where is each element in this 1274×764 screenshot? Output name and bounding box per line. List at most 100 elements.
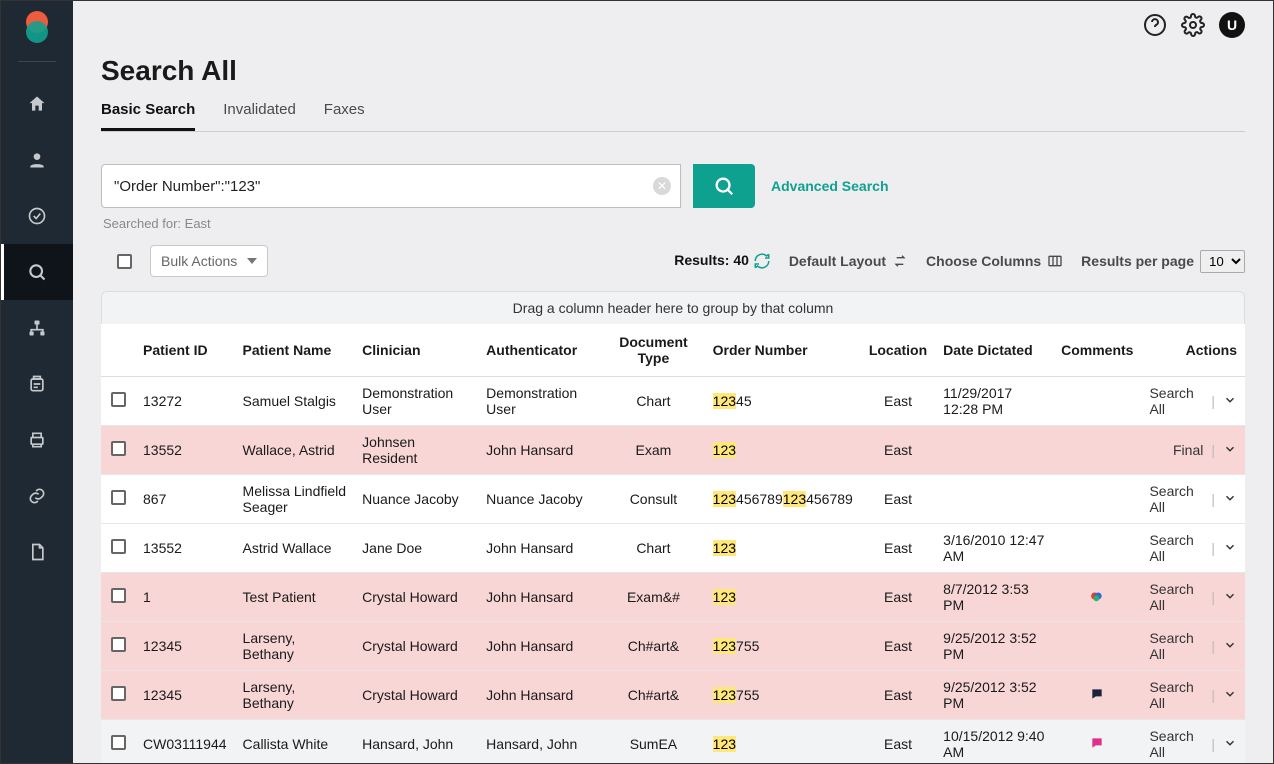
chevron-down-icon[interactable] — [1223, 589, 1237, 606]
col-actions[interactable]: Actions — [1141, 324, 1245, 377]
cell-order-number: 123 — [705, 720, 861, 764]
action-link[interactable]: Search All — [1149, 483, 1203, 515]
action-link[interactable]: Search All — [1149, 679, 1203, 711]
choose-columns[interactable]: Choose Columns — [926, 253, 1063, 269]
col-clinician[interactable]: Clinician — [354, 324, 478, 377]
cell-location: East — [861, 426, 935, 475]
nav-doc[interactable] — [1, 524, 73, 580]
chevron-down-icon[interactable] — [1223, 736, 1237, 753]
nav-search[interactable] — [1, 244, 73, 300]
cell-clinician: Nuance Jacoby — [354, 475, 478, 524]
row-checkbox[interactable] — [111, 588, 126, 603]
cell-location: East — [861, 720, 935, 764]
group-hint[interactable]: Drag a column header here to group by th… — [101, 291, 1245, 324]
tab-invalidated[interactable]: Invalidated — [223, 93, 296, 131]
table-row[interactable]: 13552Astrid WallaceJane DoeJohn HansardC… — [101, 524, 1245, 573]
nav-target[interactable] — [1, 188, 73, 244]
cell-comments[interactable] — [1053, 573, 1141, 622]
cell-clinician: Crystal Howard — [354, 573, 478, 622]
action-link[interactable]: Final — [1173, 442, 1203, 458]
cell-location: East — [861, 573, 935, 622]
row-checkbox[interactable] — [111, 392, 126, 407]
select-all-checkbox[interactable] — [117, 254, 132, 269]
tabs: Basic Search Invalidated Faxes — [101, 93, 1245, 132]
col-authenticator[interactable]: Authenticator — [478, 324, 602, 377]
chevron-down-icon[interactable] — [1223, 638, 1237, 655]
table-row[interactable]: CW03111944Callista WhiteHansard, JohnHan… — [101, 720, 1245, 764]
cell-order-number: 123755 — [705, 671, 861, 720]
settings-icon[interactable] — [1181, 13, 1205, 37]
col-patient-id[interactable]: Patient ID — [135, 324, 235, 377]
avatar[interactable]: U — [1219, 12, 1245, 38]
cell-comments[interactable] — [1053, 671, 1141, 720]
action-link[interactable]: Search All — [1149, 385, 1203, 417]
nav-org[interactable] — [1, 300, 73, 356]
cell-doc-type: Ch#art& — [602, 622, 704, 671]
cell-comments[interactable] — [1053, 426, 1141, 475]
cell-doc-type: Consult — [602, 475, 704, 524]
row-checkbox[interactable] — [111, 686, 126, 701]
nav-print[interactable] — [1, 412, 73, 468]
table-row[interactable]: 12345Larseny, BethanyCrystal HowardJohn … — [101, 671, 1245, 720]
nav-link[interactable] — [1, 468, 73, 524]
cell-authenticator: Hansard, John — [478, 720, 602, 764]
cell-doc-type: Exam&# — [602, 573, 704, 622]
tab-basic-search[interactable]: Basic Search — [101, 93, 195, 131]
row-checkbox[interactable] — [111, 735, 126, 750]
search-button[interactable] — [693, 164, 755, 208]
cell-comments[interactable] — [1053, 475, 1141, 524]
table-row[interactable]: 13552Wallace, AstridJohnsen ResidentJohn… — [101, 426, 1245, 475]
col-patient-name[interactable]: Patient Name — [235, 324, 355, 377]
cell-patient-id: 867 — [135, 475, 235, 524]
advanced-search-link[interactable]: Advanced Search — [771, 178, 889, 194]
cell-date: 11/29/2017 12:28 PM — [935, 377, 1053, 426]
clear-icon[interactable]: ✕ — [653, 177, 671, 195]
cell-patient-name: Callista White — [235, 720, 355, 764]
chevron-down-icon[interactable] — [1223, 687, 1237, 704]
cell-actions: Search All| — [1141, 573, 1245, 622]
refresh-icon[interactable] — [753, 252, 771, 270]
tab-faxes[interactable]: Faxes — [324, 93, 365, 131]
chevron-down-icon[interactable] — [1223, 540, 1237, 557]
table-row[interactable]: 12345Larseny, BethanyCrystal HowardJohn … — [101, 622, 1245, 671]
cell-comments[interactable] — [1053, 524, 1141, 573]
col-document-type[interactable]: Document Type — [602, 324, 704, 377]
results-count: Results: 40 — [674, 252, 771, 270]
nav-user[interactable] — [1, 132, 73, 188]
row-checkbox[interactable] — [111, 637, 126, 652]
col-order-number[interactable]: Order Number — [705, 324, 861, 377]
action-link[interactable]: Search All — [1149, 630, 1203, 662]
action-link[interactable]: Search All — [1149, 581, 1203, 613]
cell-comments[interactable] — [1053, 622, 1141, 671]
action-link[interactable]: Search All — [1149, 532, 1203, 564]
col-location[interactable]: Location — [861, 324, 935, 377]
logo-icon — [22, 11, 52, 41]
row-checkbox[interactable] — [111, 441, 126, 456]
help-icon[interactable] — [1143, 13, 1167, 37]
action-link[interactable]: Search All — [1149, 728, 1203, 760]
content: Search All Basic SearchInvalidatedFaxes … — [73, 49, 1273, 763]
rpp-select[interactable]: 10 — [1200, 250, 1245, 273]
cell-authenticator: John Hansard — [478, 671, 602, 720]
chevron-down-icon[interactable] — [1223, 491, 1237, 508]
cell-location: East — [861, 622, 935, 671]
search-wrap: ✕ — [101, 164, 681, 208]
col-comments[interactable]: Comments — [1053, 324, 1141, 377]
default-layout[interactable]: Default Layout — [789, 253, 908, 269]
table-row[interactable]: 1Test PatientCrystal HowardJohn HansardE… — [101, 573, 1245, 622]
nav-home[interactable] — [1, 76, 73, 132]
cell-doc-type: Chart — [602, 377, 704, 426]
col-date-dictated[interactable]: Date Dictated — [935, 324, 1053, 377]
search-input[interactable] — [101, 164, 681, 208]
chevron-down-icon[interactable] — [1223, 393, 1237, 410]
table-row[interactable]: 13272Samuel StalgisDemonstration UserDem… — [101, 377, 1245, 426]
bulk-actions-dropdown[interactable]: Bulk Actions — [150, 245, 268, 277]
cell-comments[interactable] — [1053, 720, 1141, 764]
chevron-down-icon[interactable] — [1223, 442, 1237, 459]
cell-comments[interactable] — [1053, 377, 1141, 426]
cell-clinician: Demonstration User — [354, 377, 478, 426]
row-checkbox[interactable] — [111, 539, 126, 554]
table-row[interactable]: 867Melissa Lindfield SeagerNuance Jacoby… — [101, 475, 1245, 524]
nav-fax[interactable] — [1, 356, 73, 412]
row-checkbox[interactable] — [111, 490, 126, 505]
